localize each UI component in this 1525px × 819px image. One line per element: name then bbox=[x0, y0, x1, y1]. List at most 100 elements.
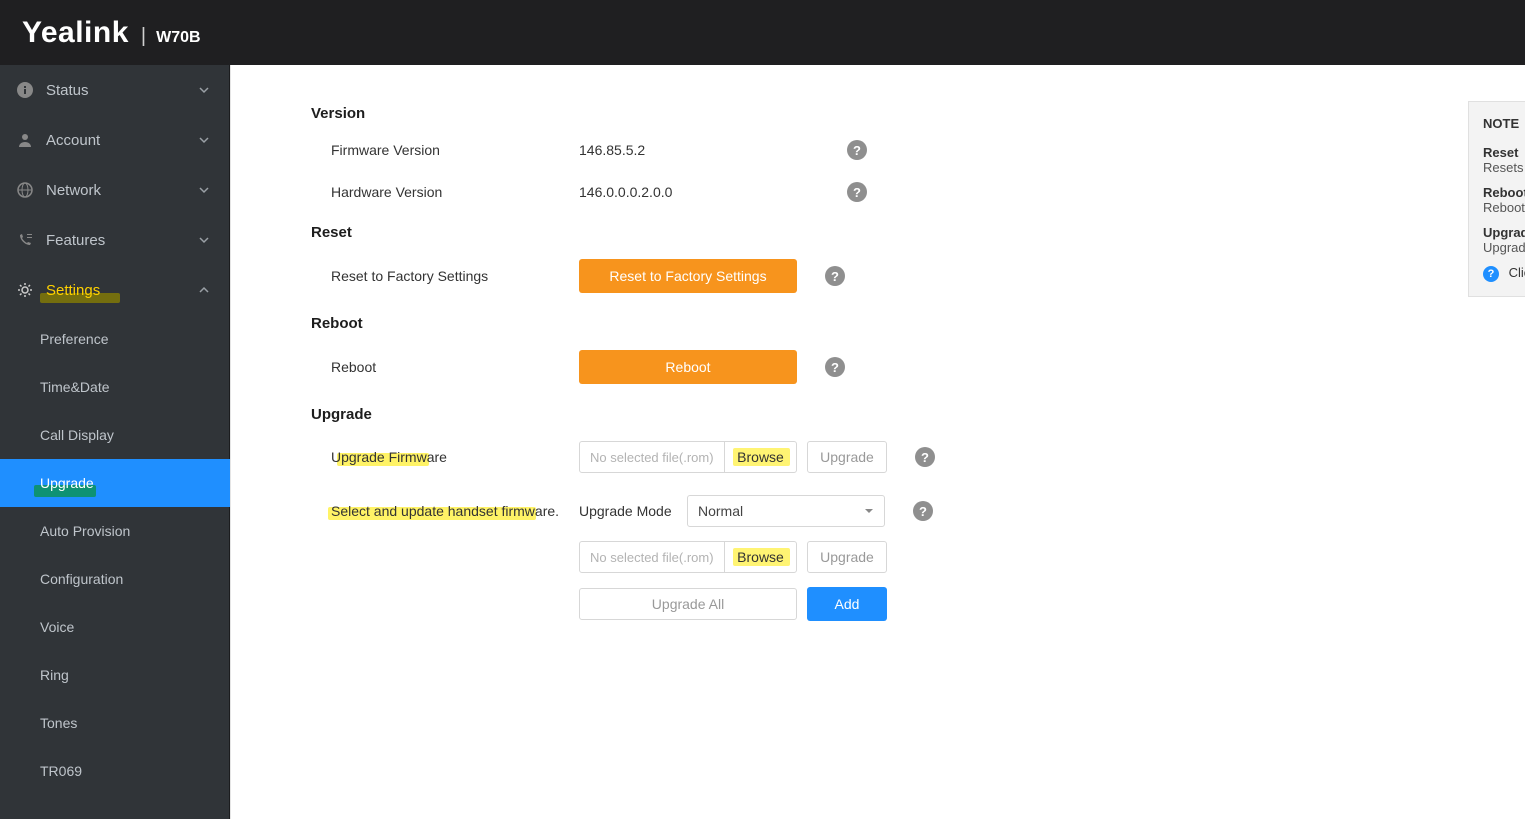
section-title-reset: Reset bbox=[311, 224, 1465, 241]
file-placeholder: No selected file(.rom) bbox=[580, 442, 724, 472]
brand-logo: Yealink bbox=[22, 16, 129, 50]
sidebar-item-label: Features bbox=[46, 232, 195, 249]
note-reboot-body: Reboot bbox=[1483, 200, 1525, 215]
sidebar-sub-label: TR069 bbox=[40, 763, 82, 779]
add-button[interactable]: Add bbox=[807, 587, 887, 621]
note-panel: NOTE Reset Resets Reboot Reboot Upgrade … bbox=[1468, 101, 1525, 297]
sidebar-sub-label: Voice bbox=[40, 619, 74, 635]
file-placeholder: No selected file(.rom) bbox=[580, 542, 724, 572]
row-hardware-version: Hardware Version 146.0.0.0.2.0.0 ? bbox=[311, 182, 1465, 202]
note-click-line: ? Click bbox=[1483, 265, 1525, 282]
browse-button[interactable]: Browse bbox=[724, 442, 796, 472]
note-upgrade-body: Upgrade bbox=[1483, 240, 1525, 255]
firmware-version-label: Firmware Version bbox=[311, 142, 579, 158]
sidebar-sub-timedate[interactable]: Time&Date bbox=[40, 363, 229, 411]
firmware-file-input[interactable]: No selected file(.rom) Browse bbox=[579, 441, 797, 473]
help-icon[interactable]: ? bbox=[825, 357, 845, 377]
reboot-button[interactable]: Reboot bbox=[579, 350, 797, 384]
sidebar-sub-tones[interactable]: Tones bbox=[40, 699, 229, 747]
sidebar-item-label: Account bbox=[46, 132, 195, 149]
chevron-down-icon bbox=[195, 231, 213, 249]
phone-list-icon bbox=[16, 231, 34, 249]
reset-label: Reset to Factory Settings bbox=[311, 268, 579, 284]
sidebar-sub-label: Upgrade bbox=[40, 475, 94, 491]
label-text: Upgrade Firmware bbox=[331, 449, 447, 465]
select-value: Normal bbox=[698, 503, 743, 519]
reset-factory-button[interactable]: Reset to Factory Settings bbox=[579, 259, 797, 293]
sidebar-item-label: Status bbox=[46, 82, 195, 99]
note-title: NOTE bbox=[1483, 116, 1525, 131]
note-reboot-head: Reboot bbox=[1483, 185, 1525, 200]
row-handset-firmware: Select and update handset firmware. Upgr… bbox=[311, 495, 1465, 527]
sidebar-sub-calldisplay[interactable]: Call Display bbox=[40, 411, 229, 459]
row-reboot: Reboot Reboot ? bbox=[311, 350, 1465, 384]
browse-button[interactable]: Browse bbox=[724, 542, 796, 572]
note-reset-body: Resets bbox=[1483, 160, 1525, 175]
hardware-version-value: 146.0.0.0.2.0.0 bbox=[579, 184, 819, 200]
label-text: Select and update handset firmware. bbox=[331, 503, 559, 519]
help-icon[interactable]: ? bbox=[915, 447, 935, 467]
brand-model: W70B bbox=[156, 29, 200, 47]
row-firmware-version: Firmware Version 146.85.5.2 ? bbox=[311, 140, 1465, 160]
section-title-upgrade: Upgrade bbox=[311, 406, 1465, 423]
content-area: NOTE Reset Resets Reboot Reboot Upgrade … bbox=[230, 65, 1525, 819]
sidebar-sub-upgrade[interactable]: Upgrade bbox=[0, 459, 230, 507]
globe-icon bbox=[16, 181, 34, 199]
sidebar-sub-label: Tones bbox=[40, 715, 77, 731]
section-title-version: Version bbox=[311, 105, 1465, 122]
note-reset-head: Reset bbox=[1483, 145, 1525, 160]
chevron-down-icon bbox=[195, 131, 213, 149]
reboot-label: Reboot bbox=[311, 359, 579, 375]
handset-file-input[interactable]: No selected file(.rom) Browse bbox=[579, 541, 797, 573]
hardware-version-label: Hardware Version bbox=[311, 184, 579, 200]
gear-icon bbox=[16, 281, 34, 299]
sidebar-sub-preference[interactable]: Preference bbox=[40, 315, 229, 363]
sidebar-sub-ring[interactable]: Ring bbox=[40, 651, 229, 699]
note-click-text: Click bbox=[1509, 265, 1525, 280]
chevron-down-icon bbox=[864, 503, 874, 519]
help-icon[interactable]: ? bbox=[847, 182, 867, 202]
row-upgrade-firmware: Upgrade Firmware No selected file(.rom) … bbox=[311, 441, 1465, 473]
upgrade-button[interactable]: Upgrade bbox=[807, 441, 887, 473]
upgrade-mode-label: Upgrade Mode bbox=[579, 503, 687, 519]
info-icon bbox=[16, 81, 34, 99]
sidebar-sub-label: Ring bbox=[40, 667, 69, 683]
sidebar-sub-configuration[interactable]: Configuration bbox=[40, 555, 229, 603]
sidebar-sub-label: Time&Date bbox=[40, 379, 110, 395]
sidebar-item-status[interactable]: Status bbox=[0, 65, 229, 115]
firmware-version-value: 146.85.5.2 bbox=[579, 142, 819, 158]
sidebar-item-label: Settings bbox=[46, 282, 195, 299]
sidebar-sub-label: Configuration bbox=[40, 571, 123, 587]
upgrade-all-button[interactable]: Upgrade All bbox=[579, 588, 797, 620]
handset-firmware-label: Select and update handset firmware. bbox=[311, 503, 579, 519]
row-reset: Reset to Factory Settings Reset to Facto… bbox=[311, 259, 1465, 293]
sidebar-item-network[interactable]: Network bbox=[0, 165, 229, 215]
upgrade-handset-button[interactable]: Upgrade bbox=[807, 541, 887, 573]
chevron-down-icon bbox=[195, 81, 213, 99]
row-upgrade-all: Upgrade All Add bbox=[311, 587, 1465, 621]
app-header: Yealink | W70B bbox=[0, 0, 1525, 65]
help-icon[interactable]: ? bbox=[847, 140, 867, 160]
sidebar-item-account[interactable]: Account bbox=[0, 115, 229, 165]
sidebar-item-label: Network bbox=[46, 182, 195, 199]
page: NOTE Reset Resets Reboot Reboot Upgrade … bbox=[231, 65, 1525, 819]
help-icon: ? bbox=[1483, 266, 1499, 282]
sidebar-item-features[interactable]: Features bbox=[0, 215, 229, 265]
sidebar-sub-tr069[interactable]: TR069 bbox=[40, 747, 229, 795]
help-icon[interactable]: ? bbox=[825, 266, 845, 286]
chevron-up-icon bbox=[195, 281, 213, 299]
brand: Yealink | W70B bbox=[22, 16, 201, 50]
sidebar-sub-label: Call Display bbox=[40, 427, 114, 443]
sidebar-sub-label: Auto Provision bbox=[40, 523, 130, 539]
sidebar-sub-autoprovision[interactable]: Auto Provision bbox=[40, 507, 229, 555]
sidebar-item-settings[interactable]: Settings bbox=[0, 265, 229, 315]
help-icon[interactable]: ? bbox=[913, 501, 933, 521]
sidebar: Status Account Network bbox=[0, 65, 230, 819]
section-title-reboot: Reboot bbox=[311, 315, 1465, 332]
person-icon bbox=[16, 131, 34, 149]
browse-label: Browse bbox=[737, 449, 784, 465]
upgrade-mode-select[interactable]: Normal bbox=[687, 495, 885, 527]
browse-label: Browse bbox=[737, 549, 784, 565]
chevron-down-icon bbox=[195, 181, 213, 199]
sidebar-sub-voice[interactable]: Voice bbox=[40, 603, 229, 651]
